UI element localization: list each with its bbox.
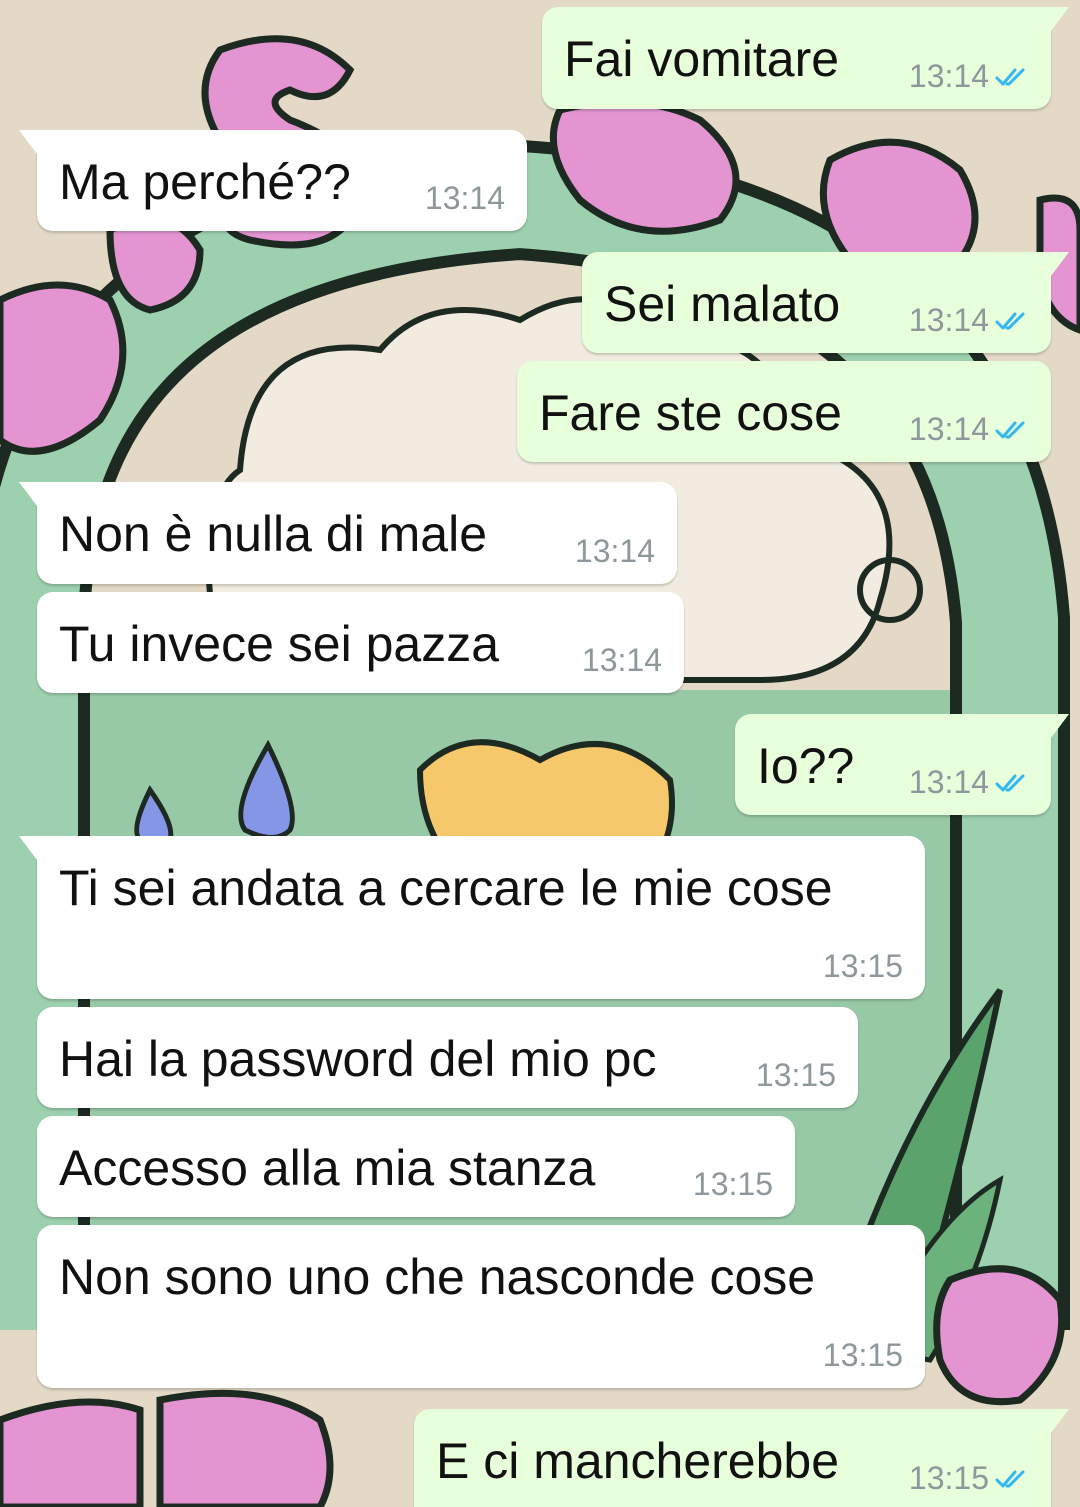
message-time: 13:14 [908, 764, 989, 800]
read-receipt-double-check-icon [995, 421, 1025, 438]
message-bubble-outgoing[interactable]: Fai vomitare 13:14 [542, 7, 1069, 109]
message-text: Accesso alla mia stanza [59, 1140, 596, 1196]
read-receipt-double-check-icon [995, 68, 1025, 85]
message-time: 13:14 [581, 642, 662, 678]
message-text: Tu invece sei pazza [59, 616, 500, 672]
message-time: 13:15 [822, 948, 903, 984]
message-bubble-incoming[interactable]: Hai la password del mio pc 13:15 [37, 1007, 858, 1108]
message-bubble-incoming[interactable]: Ti sei andata a cercare le mie cose 13:1… [19, 836, 925, 999]
message-time: 13:14 [424, 180, 505, 216]
message-bubble-incoming[interactable]: Non è nulla di male 13:14 [19, 482, 677, 584]
message-time: 13:15 [692, 1166, 773, 1202]
message-time: 13:14 [908, 58, 989, 94]
read-receipt-double-check-icon [995, 774, 1025, 791]
message-bubble-outgoing[interactable]: Io?? 13:14 [735, 714, 1069, 815]
message-bubble-outgoing[interactable]: Fare ste cose 13:14 [517, 361, 1051, 462]
message-time: 13:15 [822, 1337, 903, 1373]
message-text: Fai vomitare [564, 31, 840, 87]
message-bubble-incoming[interactable]: Non sono uno che nasconde cose 13:15 [37, 1225, 925, 1388]
message-text: Ma perché?? [59, 154, 351, 210]
message-text: Non sono uno che nasconde cose [59, 1249, 816, 1305]
message-text: Fare ste cose [539, 385, 842, 441]
message-text: Io?? [757, 738, 855, 794]
read-receipt-double-check-icon [995, 312, 1025, 329]
message-bubble-outgoing[interactable]: Sei malato 13:14 [582, 252, 1069, 353]
message-bubble-incoming[interactable]: Ma perché?? 13:14 [19, 130, 527, 231]
message-text: E ci mancherebbe [436, 1433, 840, 1489]
message-text: Ti sei andata a cercare le mie cose [59, 860, 833, 916]
message-time: 13:15 [908, 1460, 989, 1496]
message-text: Sei malato [604, 276, 841, 332]
message-text: Hai la password del mio pc [59, 1031, 657, 1087]
message-bubble-incoming[interactable]: Accesso alla mia stanza 13:15 [37, 1116, 795, 1217]
message-time: 13:14 [908, 411, 989, 447]
read-receipt-double-check-icon [995, 1470, 1025, 1487]
message-text: Non è nulla di male [59, 506, 488, 562]
message-time: 13:14 [574, 533, 655, 569]
message-time: 13:14 [908, 302, 989, 338]
message-bubble-incoming[interactable]: Tu invece sei pazza 13:14 [37, 592, 684, 693]
chat-message-list[interactable]: Fai vomitare 13:14 Ma perché?? 13:14 Sei… [0, 0, 1080, 1507]
message-bubble-outgoing[interactable]: E ci mancherebbe 13:15 [414, 1409, 1069, 1507]
message-time: 13:15 [755, 1057, 836, 1093]
